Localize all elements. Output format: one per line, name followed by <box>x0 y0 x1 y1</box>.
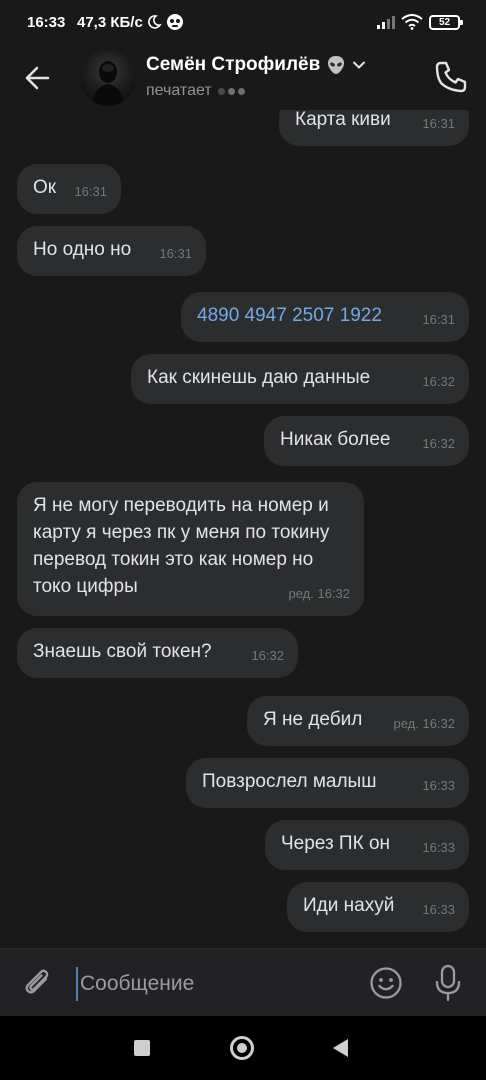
message-outgoing[interactable]: Повзрослел малыш 16:33 <box>186 758 469 808</box>
message-incoming[interactable]: Я не могу переводить на номер и карту я … <box>17 482 364 616</box>
typing-dots-icon <box>217 82 248 100</box>
message-outgoing[interactable]: Никак более 16:32 <box>264 416 469 466</box>
microphone-icon[interactable] <box>430 963 466 1003</box>
avatar[interactable] <box>80 50 136 106</box>
message-time: 16:31 <box>159 246 192 261</box>
message-outgoing[interactable]: Иди нахуй 16:33 <box>287 882 469 932</box>
message-text: Карта киви <box>295 110 391 130</box>
status-time: 16:33 <box>27 14 66 31</box>
message-time: 16:33 <box>422 840 455 855</box>
status-network-speed: 47,3 КБ/с <box>77 14 143 31</box>
wifi-icon <box>401 14 423 30</box>
signal-icon <box>377 16 395 29</box>
message-input[interactable] <box>76 967 346 1001</box>
message-text: Как скинешь даю данные <box>147 367 371 388</box>
card-number-link[interactable]: 4890 4947 2507 1922 <box>197 305 382 326</box>
alien-emoji-icon <box>328 56 345 74</box>
chevron-down-icon[interactable] <box>352 58 366 72</box>
message-time: 16:32 <box>422 436 455 451</box>
avatar-silhouette-icon <box>92 61 124 106</box>
chat-header: Семён Строфилёв печатает <box>0 44 486 110</box>
emoji-smile-icon[interactable] <box>368 965 404 1001</box>
message-text: Но одно но <box>33 239 132 260</box>
back-triangle-icon[interactable] <box>333 1039 348 1057</box>
battery-indicator: 52 <box>429 15 463 30</box>
message-text: Я не могу переводить на номер и карту я … <box>33 495 330 597</box>
message-incoming[interactable]: Знаешь свой токен? 16:32 <box>17 628 298 678</box>
message-text: Я не дебил <box>263 709 363 730</box>
message-time: ред. 16:32 <box>393 716 455 731</box>
message-list[interactable]: Карта киви 16:31 Ок 16:31 Но одно но 16:… <box>0 110 486 948</box>
message-time: 16:32 <box>422 374 455 389</box>
message-text: Повзрослел малыш <box>202 771 377 792</box>
message-time: 16:31 <box>422 116 455 131</box>
message-outgoing[interactable]: Как скинешь даю данные 16:32 <box>131 354 469 404</box>
home-icon[interactable] <box>230 1036 254 1060</box>
message-time: 16:33 <box>422 902 455 917</box>
back-arrow-icon[interactable] <box>20 60 56 96</box>
message-time: 16:31 <box>74 184 107 199</box>
message-outgoing-card-number[interactable]: 4890 4947 2507 1922 16:31 <box>181 292 469 342</box>
contact-title[interactable]: Семён Строфилёв <box>146 54 366 76</box>
message-time: 16:32 <box>251 648 284 663</box>
message-incoming[interactable]: Ок 16:31 <box>17 164 121 214</box>
message-outgoing[interactable]: Карта киви 16:31 <box>279 110 469 146</box>
typing-label: печатает <box>146 82 212 99</box>
message-time: 16:31 <box>422 312 455 327</box>
system-navigation-bar <box>0 1016 486 1080</box>
paperclip-icon[interactable] <box>20 965 56 1001</box>
phone-call-icon[interactable] <box>432 58 470 96</box>
message-time: ред. 16:32 <box>288 586 350 601</box>
message-time: 16:33 <box>422 778 455 793</box>
recent-apps-icon[interactable] <box>134 1040 150 1056</box>
message-text: Ок <box>33 177 57 198</box>
message-text: Знаешь свой токен? <box>33 641 212 662</box>
notification-app-icon <box>167 14 183 30</box>
moon-icon <box>148 15 162 29</box>
message-composer <box>0 948 486 1016</box>
status-bar: 16:33 47,3 КБ/с 52 <box>0 0 486 44</box>
message-incoming[interactable]: Но одно но 16:31 <box>17 226 206 276</box>
message-text: Через ПК он <box>281 833 390 854</box>
typing-status: печатает <box>146 82 248 100</box>
message-text: Никак более <box>280 429 391 450</box>
contact-name: Семён Строфилёв <box>146 54 321 75</box>
message-outgoing[interactable]: Я не дебил ред. 16:32 <box>247 696 469 746</box>
message-text: Иди нахуй <box>303 895 395 916</box>
message-outgoing[interactable]: Через ПК он 16:33 <box>265 820 469 870</box>
